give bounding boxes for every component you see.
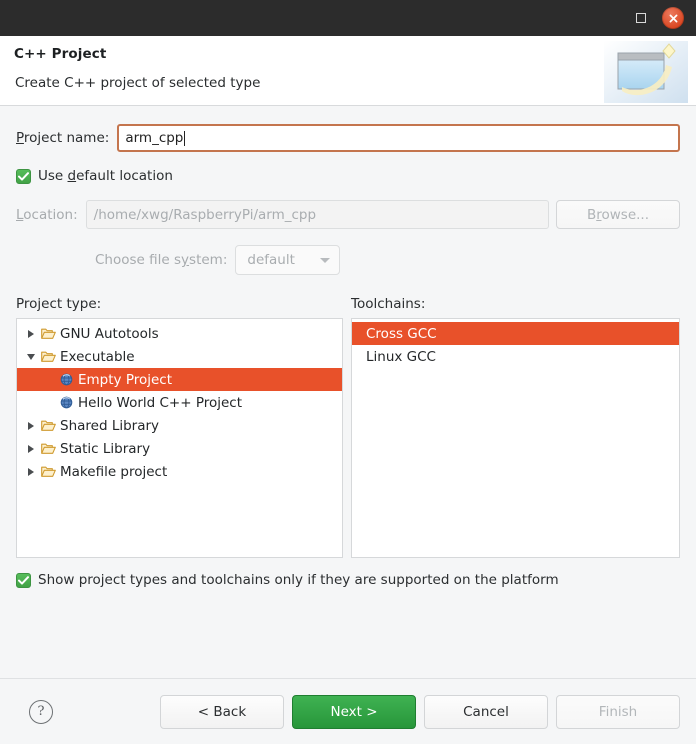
back-button[interactable]: < Back	[160, 694, 284, 729]
page-subtitle: Create C++ project of selected type	[15, 75, 261, 91]
project-type-tree[interactable]: GNU Autotools Executable Empty Project Hell…	[16, 318, 343, 558]
chevron-right-icon[interactable]	[23, 444, 39, 453]
use-default-location-row[interactable]: Use default location	[16, 168, 680, 184]
sphere-icon	[57, 396, 75, 409]
chevron-right-icon[interactable]	[23, 329, 39, 338]
folder-icon	[39, 465, 57, 478]
text-caret	[184, 130, 186, 146]
project-type-label-text: Shared Library	[60, 417, 160, 434]
chevron-right-icon[interactable]	[23, 467, 39, 476]
location-value: /home/xwg/RaspberryPi/arm_cpp	[93, 206, 317, 223]
sphere-icon	[57, 373, 75, 386]
show-supported-row[interactable]: Show project types and toolchains only i…	[16, 572, 680, 588]
project-name-row: Project name: arm_cpp	[16, 124, 680, 152]
project-type-row[interactable]: Shared Library	[17, 414, 342, 437]
filesystem-label: Choose file system:	[95, 252, 228, 268]
toolchains-column: Toolchains: Cross GCC Linux GCC	[351, 296, 680, 558]
show-supported-checkbox[interactable]	[16, 572, 31, 588]
location-row: Location: /home/xwg/RaspberryPi/arm_cpp …	[16, 200, 680, 229]
chevron-down-icon[interactable]	[23, 353, 39, 360]
wizard-footer: ? < Back Next > Cancel Finish	[0, 678, 696, 744]
finish-button[interactable]: Finish	[556, 694, 680, 729]
use-default-location-checkbox[interactable]	[16, 168, 31, 184]
location-label: Location:	[16, 206, 78, 223]
filesystem-select[interactable]: default	[235, 245, 341, 275]
project-name-value: arm_cpp	[125, 130, 184, 146]
project-type-row[interactable]: Static Library	[17, 437, 342, 460]
project-type-label-text: Static Library	[60, 440, 151, 457]
project-type-row[interactable]: Hello World C++ Project	[17, 391, 342, 414]
project-type-column: Project type: GNU Autotools Executable Emp…	[16, 296, 343, 558]
selection-columns: Project type: GNU Autotools Executable Emp…	[16, 296, 680, 558]
help-icon[interactable]: ?	[29, 699, 53, 724]
folder-icon	[39, 442, 57, 455]
project-type-row[interactable]: Makefile project	[17, 460, 342, 483]
show-supported-label: Show project types and toolchains only i…	[38, 572, 559, 588]
toolchain-label-text: Linux GCC	[366, 348, 436, 365]
project-type-row[interactable]: GNU Autotools	[17, 322, 342, 345]
cpp-project-wizard-window: C++ Project Create C++ project of select…	[0, 0, 696, 744]
close-icon	[662, 7, 684, 29]
page-title: C++ Project	[14, 46, 107, 62]
project-name-input[interactable]: arm_cpp	[117, 124, 680, 152]
project-type-label-text: GNU Autotools	[60, 325, 159, 342]
folder-icon	[39, 419, 57, 432]
footer-buttons: < Back Next > Cancel Finish	[160, 694, 680, 729]
project-type-row[interactable]: Empty Project	[17, 368, 342, 391]
toolchain-label-text: Cross GCC	[366, 325, 437, 342]
folder-icon	[39, 327, 57, 340]
folder-icon	[39, 350, 57, 363]
filesystem-row: Choose file system: default	[16, 245, 680, 275]
maximize-button[interactable]	[628, 5, 654, 31]
project-type-row[interactable]: Executable	[17, 345, 342, 368]
close-button[interactable]	[660, 5, 686, 31]
wizard-body: Project name: arm_cpp Use default locati…	[0, 106, 696, 678]
location-input[interactable]: /home/xwg/RaspberryPi/arm_cpp	[85, 200, 549, 229]
toolchain-row[interactable]: Cross GCC	[352, 322, 679, 345]
filesystem-value: default	[247, 252, 295, 268]
browse-button[interactable]: Browse...	[556, 200, 680, 229]
wizard-header: C++ Project Create C++ project of select…	[0, 36, 696, 106]
title-bar	[0, 0, 696, 36]
project-type-label-text: Hello World C++ Project	[78, 394, 243, 411]
new-project-wizard-icon	[604, 41, 688, 103]
project-type-label-text: Empty Project	[78, 371, 173, 388]
project-name-label: Project name:	[16, 130, 110, 146]
toolchains-list[interactable]: Cross GCC Linux GCC	[351, 318, 680, 558]
use-default-location-label: Use default location	[38, 168, 173, 184]
next-button[interactable]: Next >	[292, 694, 416, 729]
browse-label: Browse...	[586, 206, 650, 223]
chevron-right-icon[interactable]	[23, 421, 39, 430]
toolchains-label: Toolchains:	[351, 296, 426, 312]
maximize-icon	[636, 13, 646, 23]
project-type-label: Project type:	[16, 296, 102, 312]
project-type-label-text: Makefile project	[60, 463, 168, 480]
cancel-button[interactable]: Cancel	[424, 694, 548, 729]
chevron-down-icon	[320, 257, 331, 263]
project-type-label-text: Executable	[60, 348, 135, 365]
toolchain-row[interactable]: Linux GCC	[352, 345, 679, 368]
